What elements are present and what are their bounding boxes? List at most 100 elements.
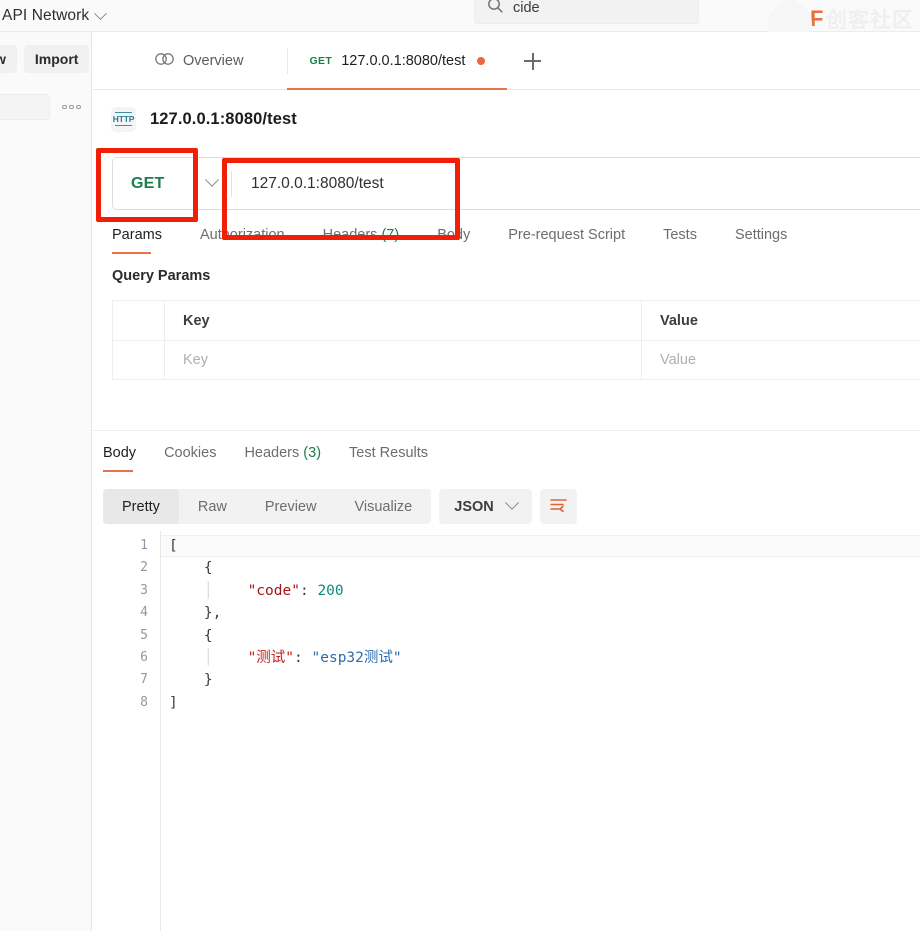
header-checkbox-cell: [113, 301, 165, 340]
response-tab-body[interactable]: Body: [103, 445, 137, 472]
response-tab-cookies-label: Cookies: [164, 445, 217, 461]
code-line: │ "code": 200: [161, 580, 920, 602]
response-divider: [93, 430, 920, 431]
wrap-lines-button[interactable]: [539, 489, 577, 524]
request-tab-params[interactable]: Params: [112, 227, 162, 254]
format-select[interactable]: JSON: [439, 489, 532, 524]
line-number: 4: [140, 605, 148, 621]
sidebar-toolbar: [0, 94, 83, 120]
unsaved-dot-icon: [477, 57, 486, 65]
active-underline: [103, 469, 133, 472]
code-token-punct: :: [294, 649, 312, 666]
line-number: 6: [140, 649, 148, 665]
param-value-input[interactable]: Value: [642, 341, 920, 379]
code-line: [: [161, 535, 920, 558]
row-checkbox-cell[interactable]: [113, 341, 165, 379]
search-icon: [487, 0, 504, 19]
postman-window: API Network cide DF 创客社区 w Import Overvi…: [0, 0, 920, 931]
tab-request-label: 127.0.0.1:8080/test: [341, 53, 466, 69]
response-body-viewer[interactable]: 1 2 3 4 5 6 7 8 [ { │ "code": 200 }, { │…: [103, 531, 920, 931]
sidebar-actions: w Import: [0, 45, 90, 73]
view-mode-raw[interactable]: Raw: [179, 489, 246, 524]
response-tab-headers[interactable]: Headers (3): [244, 445, 321, 470]
request-tabs: Params Authorization Headers (7) Body Pr…: [112, 224, 920, 254]
page-title: 127.0.0.1:8080/test: [150, 109, 297, 128]
code-line: │ "测试": "esp32测试": [161, 647, 920, 669]
wrap-lines-icon: [549, 497, 568, 517]
line-number: 5: [140, 627, 148, 643]
line-number: 8: [140, 694, 148, 710]
workspace-label: API Network: [2, 7, 90, 24]
search-input[interactable]: cide: [513, 0, 540, 16]
query-params-title: Query Params: [112, 268, 211, 284]
request-tab-headers-label: Headers: [322, 227, 378, 243]
code-token-key: "code": [212, 582, 300, 599]
http-icon: HTTP: [111, 106, 136, 132]
ellipsis-icon[interactable]: [60, 101, 83, 114]
http-icon-label: HTTP: [112, 114, 135, 124]
watermark-mascot-icon: [768, 0, 812, 36]
request-tab-tests[interactable]: Tests: [663, 227, 697, 251]
request-tab-authorization-label: Authorization: [199, 227, 285, 243]
tab-request-127-0-0-1-8080-test[interactable]: GET 127.0.0.1:8080/test: [287, 32, 508, 90]
request-tab-pre-request-script-label: Pre-request Script: [508, 227, 626, 243]
request-header: HTTP 127.0.0.1:8080/test: [93, 90, 920, 148]
column-header-key: Key: [165, 301, 642, 340]
response-tab-test-results[interactable]: Test Results: [349, 445, 428, 470]
code-token-str: "esp32测试": [311, 649, 402, 666]
view-mode-preview[interactable]: Preview: [246, 489, 336, 524]
response-tab-body-label: Body: [103, 445, 137, 461]
request-tab-settings-label: Settings: [734, 227, 788, 243]
tab-strip: Overview GET 127.0.0.1:8080/test: [93, 32, 920, 90]
chevron-down-icon: [204, 172, 220, 187]
method-select[interactable]: GET: [113, 158, 231, 209]
request-tab-body-label: Body: [437, 227, 471, 243]
view-mode-group: Pretty Raw Preview Visualize: [103, 489, 432, 524]
code-token-punct: }: [169, 672, 213, 689]
active-underline: [112, 251, 151, 254]
overview-icon: [155, 52, 174, 70]
code-token-punct: [: [169, 538, 178, 554]
code-token-key-cn: "测试": [212, 649, 295, 666]
request-tab-settings[interactable]: Settings: [735, 227, 787, 251]
line-number: 2: [140, 560, 148, 576]
code-token-punct: {: [169, 627, 213, 644]
code-token-punct: {: [169, 560, 213, 577]
line-number: 3: [140, 582, 148, 598]
table-row[interactable]: Key Value: [113, 341, 920, 380]
code-line: }: [161, 669, 920, 691]
tab-overview[interactable]: Overview: [93, 32, 287, 90]
line-number: 7: [140, 672, 148, 688]
param-key-input[interactable]: Key: [165, 341, 642, 379]
view-mode-visualize[interactable]: Visualize: [335, 489, 431, 524]
global-search[interactable]: cide: [474, 0, 699, 24]
new-tab-button[interactable]: [507, 32, 558, 90]
code-line: ]: [161, 692, 920, 714]
json-code-content[interactable]: [ { │ "code": 200 }, { │ "测试": "esp32测试"…: [160, 531, 920, 931]
request-tab-authorization[interactable]: Authorization: [200, 227, 285, 251]
code-token-num: 200: [317, 582, 344, 599]
left-sidebar: w Import: [0, 32, 92, 931]
new-button[interactable]: w: [0, 45, 17, 73]
view-mode-pretty[interactable]: Pretty: [103, 489, 179, 524]
column-header-value: Value: [660, 312, 698, 329]
method-select-label: GET: [131, 174, 165, 192]
query-params-table: Key Value Key Value: [112, 300, 920, 380]
import-button[interactable]: Import: [23, 45, 90, 73]
plus-icon: [524, 52, 542, 70]
workspace-selector[interactable]: API Network: [0, 0, 113, 32]
response-tab-headers-label: Headers: [244, 445, 300, 461]
request-tab-headers[interactable]: Headers (7): [323, 227, 400, 251]
response-tab-cookies[interactable]: Cookies: [164, 445, 216, 470]
tab-overview-label: Overview: [183, 53, 244, 69]
sidebar-filter-input[interactable]: [0, 94, 50, 120]
format-select-label: JSON: [454, 498, 494, 515]
url-bar: GET 127.0.0.1:8080/test: [112, 157, 920, 210]
response-viewer-toolbar: Pretty Raw Preview Visualize JSON: [103, 489, 577, 524]
request-tab-body[interactable]: Body: [437, 227, 470, 251]
line-number: 1: [140, 538, 148, 553]
code-token-guide: │: [169, 649, 213, 666]
code-token-punct: ]: [169, 694, 178, 711]
url-input[interactable]: 127.0.0.1:8080/test: [232, 158, 920, 209]
request-tab-pre-request-script[interactable]: Pre-request Script: [508, 227, 625, 251]
